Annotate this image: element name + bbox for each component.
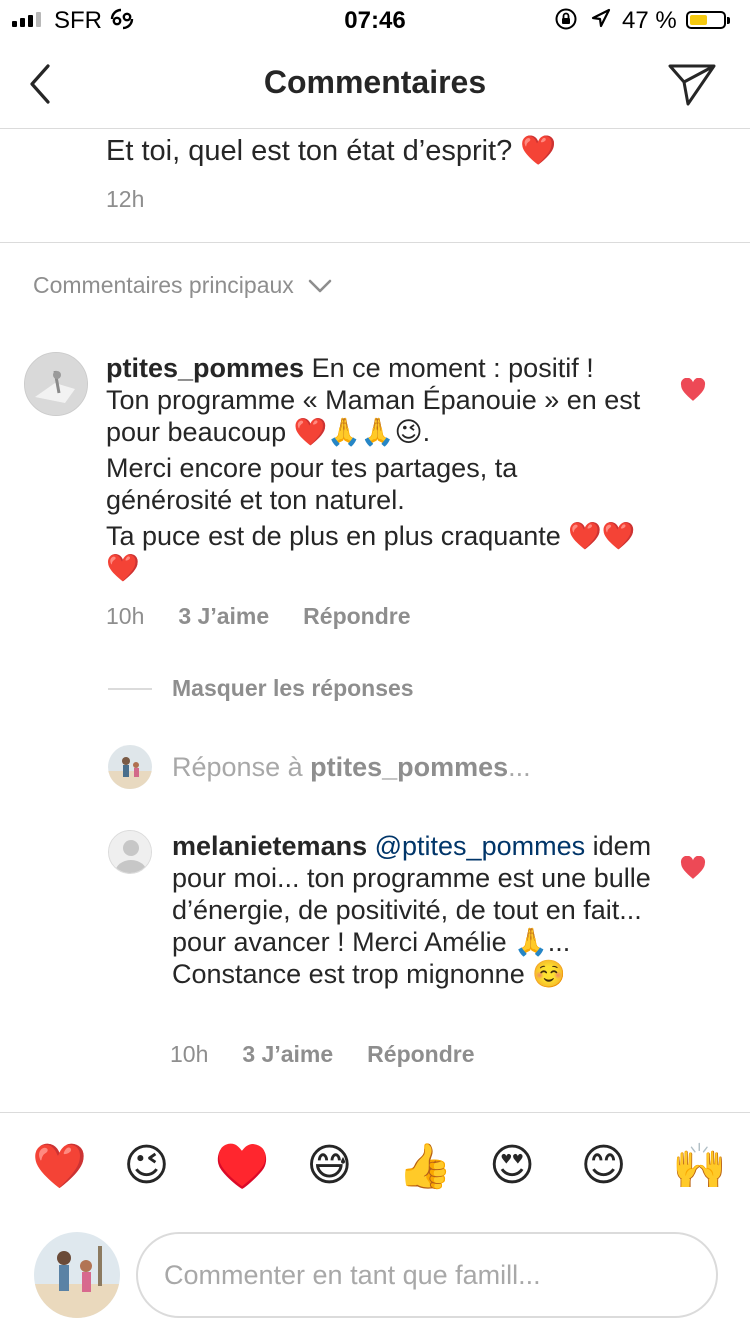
header-divider — [0, 128, 750, 129]
comment-timestamp: 10h — [106, 603, 145, 629]
divider — [0, 242, 750, 243]
like-comment-button[interactable] — [680, 377, 706, 407]
likes-count-link[interactable]: 3 J’aime — [178, 603, 269, 630]
comment-input[interactable] — [136, 1232, 718, 1318]
emoji-red-heart[interactable]: ❤️ — [32, 1140, 87, 1192]
comment-text-line: Merci encore pour tes partages, ta génér… — [106, 453, 518, 515]
caption-timestamp: 12h — [106, 186, 145, 212]
reply-username[interactable]: melanietemans — [172, 831, 367, 861]
chevron-down-icon — [308, 279, 332, 292]
emoji-thumbs-up[interactable]: 👍 — [398, 1140, 453, 1192]
emoji-heart-suit[interactable]: ♥️ — [215, 1140, 270, 1192]
comment-text-line: Ton programme « Maman Épanouie » en est … — [106, 385, 641, 447]
comments-sort-dropdown[interactable]: Commentaires principaux — [33, 272, 332, 299]
status-bar: SFR 07:46 47 % — [0, 0, 750, 40]
comment-text-line: Ta puce est de plus en plus craquante ❤️… — [106, 521, 636, 583]
emoji-raising-hands[interactable]: 🙌 — [672, 1140, 727, 1192]
orientation-lock-icon — [554, 7, 578, 38]
emoji-sweat-smile[interactable]: 😅 — [306, 1140, 352, 1192]
battery-percent: 47 % — [622, 7, 677, 34]
emoji-wink[interactable]: 😉 — [123, 1140, 169, 1192]
replies-line — [108, 688, 152, 690]
reply-meta: 10h 3 J’aime Répondre — [170, 1041, 475, 1068]
avatar[interactable] — [108, 830, 152, 874]
mention-link[interactable]: @ptites_pommes — [375, 831, 586, 861]
reply-timestamp: 10h — [170, 1041, 209, 1067]
emoji-heart-eyes[interactable]: 😍 — [489, 1140, 535, 1192]
reply-body: melanietemans @ptites_pommes idem pour m… — [172, 830, 652, 990]
reply-to-field[interactable]: Réponse à ptites_pommes... — [172, 752, 531, 783]
heart-filled-icon — [680, 855, 706, 879]
like-reply-button[interactable] — [680, 855, 706, 885]
comment-meta: 10h 3 J’aime Répondre — [106, 603, 411, 630]
reply-to-ellipsis: ... — [508, 752, 531, 782]
paper-plane-icon — [668, 64, 716, 106]
comment-body: ptites_pommes En ce moment : positif ! T… — [106, 352, 646, 584]
reply-to-prefix: Réponse à — [172, 752, 311, 782]
divider — [0, 1112, 750, 1113]
heart-filled-icon — [680, 377, 706, 401]
reply-button[interactable]: Répondre — [303, 603, 410, 630]
post-caption: Et toi, quel est ton état d’esprit? ❤️ — [106, 135, 557, 167]
sort-label: Commentaires principaux — [33, 272, 294, 298]
comment-text-line: En ce moment : positif ! — [311, 353, 594, 383]
current-user-avatar — [34, 1232, 120, 1318]
location-icon — [590, 7, 612, 38]
quick-emoji-bar: ❤️ 😉 ♥️ 😅 👍 😍 😊 🙌 — [0, 1140, 750, 1192]
current-user-avatar — [108, 745, 152, 789]
avatar[interactable] — [24, 352, 88, 416]
likes-count-link[interactable]: 3 J’aime — [242, 1041, 333, 1068]
reply-to-username: ptites_pommes — [310, 752, 509, 782]
page-title: Commentaires — [263, 64, 487, 100]
reply-button[interactable]: Répondre — [367, 1041, 474, 1068]
comment-username[interactable]: ptites_pommes — [106, 353, 304, 383]
emoji-blush[interactable]: 😊 — [581, 1140, 627, 1192]
battery-icon — [686, 11, 730, 29]
share-button[interactable] — [666, 58, 720, 108]
hide-replies-button[interactable]: Masquer les réponses — [172, 675, 414, 702]
